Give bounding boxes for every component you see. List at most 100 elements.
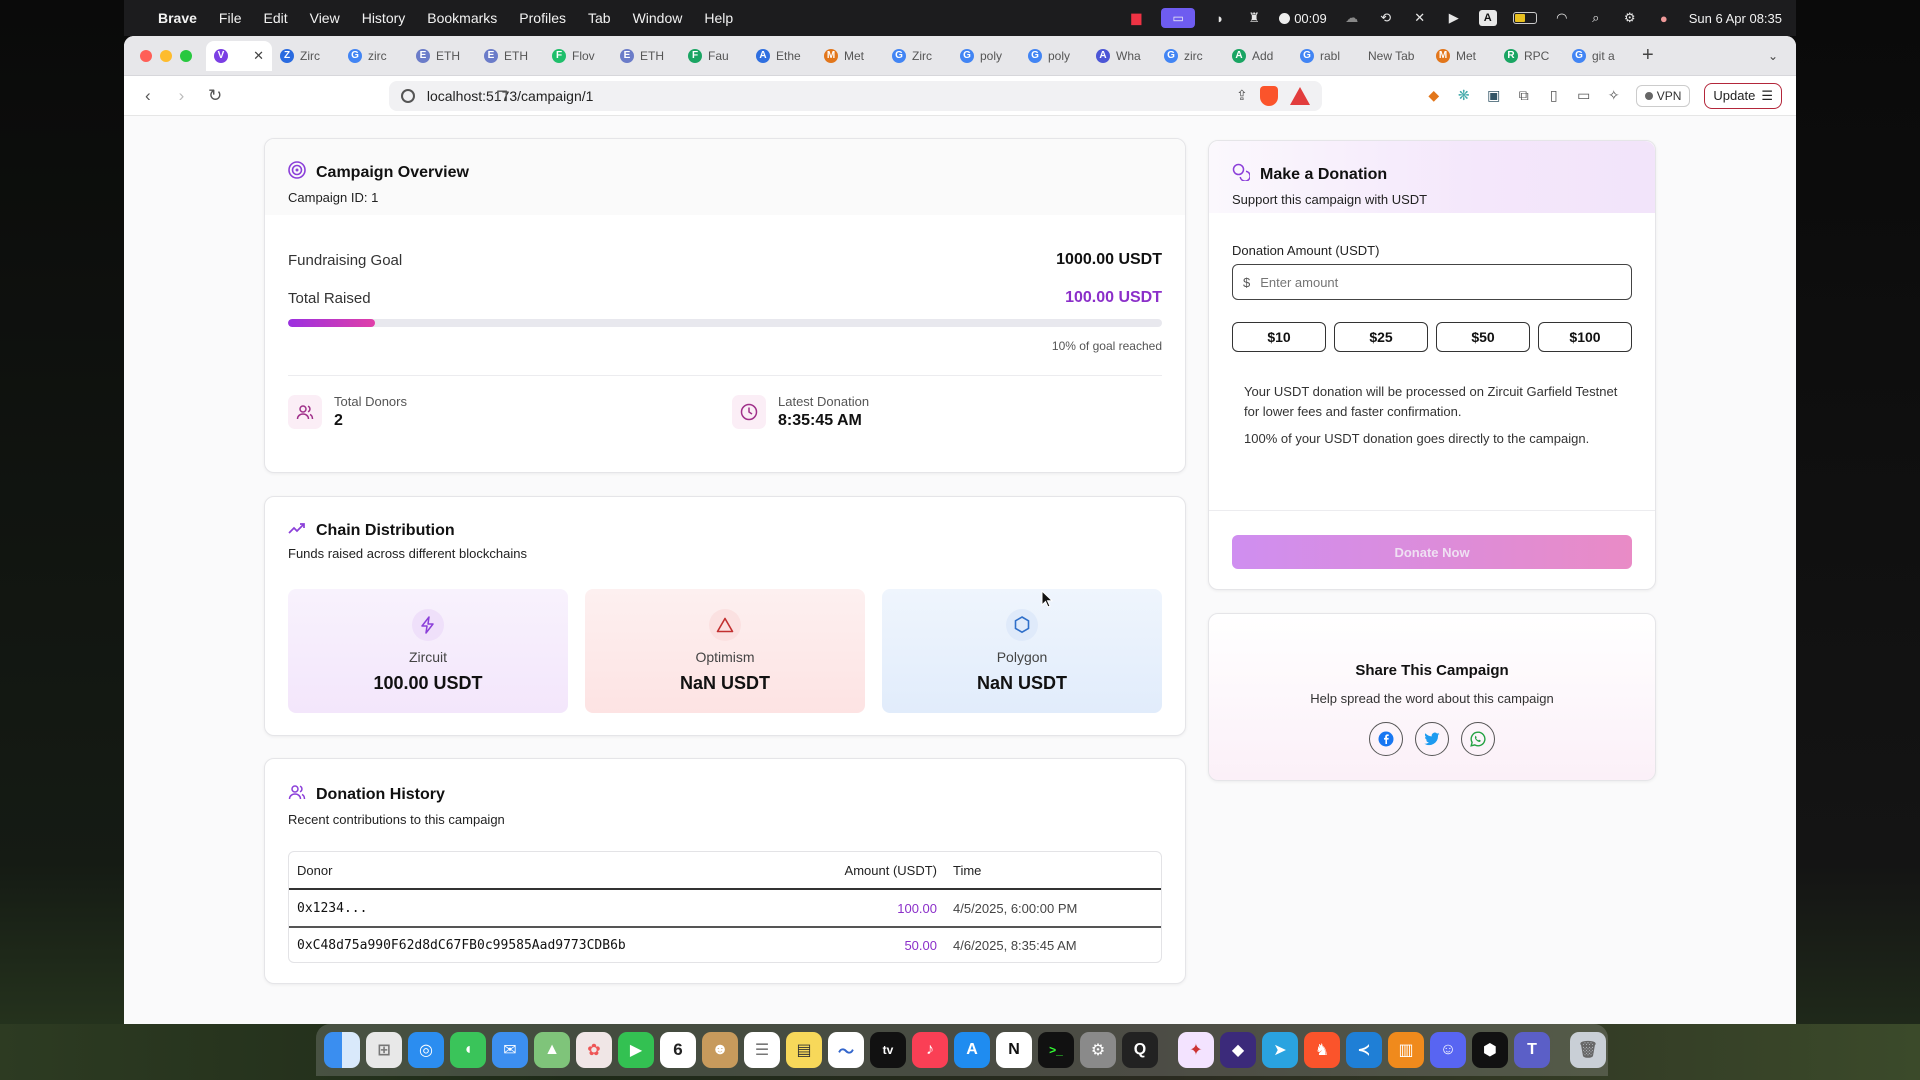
amount-input[interactable] <box>1260 274 1601 290</box>
battery-icon[interactable] <box>1512 12 1537 24</box>
metamask-app-icon[interactable]: ✦ <box>1178 1032 1214 1068</box>
new-tab-button[interactable]: + <box>1642 44 1654 67</box>
browser-tab[interactable]: E ETH <box>408 41 476 71</box>
mail-icon[interactable]: ✉ <box>492 1032 528 1068</box>
menu-window[interactable]: Window <box>633 10 683 26</box>
browser-tab[interactable]: Gzirc <box>1156 41 1224 71</box>
vscode-icon[interactable]: ≺ <box>1346 1032 1382 1068</box>
update-button[interactable]: Update ☰ <box>1704 82 1782 109</box>
sidebar-icon[interactable]: ▯ <box>1546 87 1562 104</box>
close-tab-icon[interactable]: ✕ <box>253 48 264 64</box>
menu-app-name[interactable]: Brave <box>158 10 197 26</box>
notes-icon[interactable]: ▤ <box>786 1032 822 1068</box>
browser-tab[interactable]: Z Zirc <box>272 41 340 71</box>
browser-tab[interactable]: A Ethe <box>748 41 816 71</box>
minimize-window-button[interactable] <box>160 49 172 62</box>
reload-button[interactable]: ↻ <box>205 86 225 106</box>
trash-icon[interactable]: 🗑 <box>1570 1032 1606 1068</box>
whatsapp-share-button[interactable] <box>1461 722 1495 756</box>
browser-tab[interactable]: Grabl <box>1292 41 1360 71</box>
tab-active[interactable]: V ✕ <box>206 40 272 71</box>
recording-timer[interactable]: 00:09 <box>1279 11 1327 26</box>
time-machine-icon[interactable]: ⟲ <box>1377 10 1395 25</box>
metamask-icon[interactable]: ◆ <box>1426 87 1442 104</box>
pdf-icon[interactable]: ▣ <box>1486 87 1502 104</box>
puzzle-icon[interactable]: ⧉ <box>1516 87 1532 104</box>
browser-tab[interactable]: Gpoly <box>1020 41 1088 71</box>
share-icon[interactable]: ⇪ <box>1236 87 1248 104</box>
site-info-icon[interactable] <box>400 88 415 103</box>
brave-shields-icon[interactable] <box>1259 85 1278 106</box>
amount-field[interactable]: $ <box>1232 264 1632 300</box>
cursor-app-icon[interactable]: ⬢ <box>1472 1032 1508 1068</box>
menu-edit[interactable]: Edit <box>263 10 287 26</box>
messages-icon[interactable]: ◖ <box>450 1032 486 1068</box>
facebook-share-button[interactable] <box>1369 722 1403 756</box>
browser-tab[interactable]: R RPC <box>1496 41 1564 71</box>
brave-app-icon[interactable]: ♞ <box>1304 1032 1340 1068</box>
browser-tab[interactable]: G Zirc <box>884 41 952 71</box>
browser-tab[interactable]: M Met <box>816 41 884 71</box>
safari-icon[interactable]: ◎ <box>408 1032 444 1068</box>
books-icon[interactable]: ▥ <box>1388 1032 1424 1068</box>
reminders-icon[interactable]: ☰ <box>744 1032 780 1068</box>
maps-icon[interactable]: ▲ <box>534 1032 570 1068</box>
launchpad-icon[interactable]: ⊞ <box>366 1032 402 1068</box>
preset-10-button[interactable]: $10 <box>1232 322 1326 352</box>
menu-help[interactable]: Help <box>704 10 733 26</box>
mute-icon[interactable]: ✕ <box>1411 10 1429 25</box>
arc-icon[interactable]: ◆ <box>1220 1032 1256 1068</box>
play-icon[interactable]: ▶ <box>1445 10 1463 25</box>
menu-profiles[interactable]: Profiles <box>519 10 566 26</box>
control-center-icon[interactable]: ⚙ <box>1621 10 1639 25</box>
back-button[interactable]: ‹ <box>138 86 158 106</box>
system-settings-icon[interactable]: ⚙ <box>1080 1032 1116 1068</box>
spotlight-icon[interactable]: ⌕ <box>1587 10 1605 25</box>
extension-icon[interactable]: ❋ <box>1456 87 1472 104</box>
menu-file[interactable]: File <box>219 10 242 26</box>
preset-100-button[interactable]: $100 <box>1538 322 1632 352</box>
zoom-window-button[interactable] <box>180 49 192 62</box>
game-icon[interactable]: ♜ <box>1245 10 1263 25</box>
menu-history[interactable]: History <box>362 10 406 26</box>
calendar-icon[interactable]: 6 <box>660 1032 696 1068</box>
freeform-icon[interactable]: 〜 <box>828 1032 864 1068</box>
address-bar[interactable]: localhost:5173/campaign/1 ⇪ <box>388 80 1322 111</box>
bookmark-icon[interactable]: ⊓ <box>492 86 512 106</box>
wallet-icon[interactable]: ▭ <box>1576 87 1592 104</box>
close-window-button[interactable] <box>140 49 152 62</box>
siri-icon[interactable]: ● <box>1655 11 1673 26</box>
preset-50-button[interactable]: $50 <box>1436 322 1530 352</box>
twitter-share-button[interactable] <box>1415 722 1449 756</box>
forward-button[interactable]: › <box>172 86 192 106</box>
cloud-icon[interactable]: ☁ <box>1343 10 1361 25</box>
browser-tab[interactable]: Ggit a <box>1564 41 1632 71</box>
finder-icon[interactable] <box>324 1032 360 1068</box>
leo-ai-icon[interactable]: ✧ <box>1606 87 1622 104</box>
browser-tab[interactable]: E ETH <box>476 41 544 71</box>
menu-tab[interactable]: Tab <box>588 10 611 26</box>
discord-icon[interactable]: ☺ <box>1430 1032 1466 1068</box>
menubar-datetime[interactable]: Sun 6 Apr 08:35 <box>1689 11 1782 26</box>
url-text[interactable]: localhost:5173/campaign/1 <box>427 88 1224 104</box>
telegram-icon[interactable]: ➤ <box>1262 1032 1298 1068</box>
tab-list-chevron-icon[interactable]: ⌄ <box>1768 49 1778 63</box>
input-source-indicator[interactable]: A <box>1478 10 1497 26</box>
menu-view[interactable]: View <box>310 10 340 26</box>
facetime-icon[interactable]: ▶ <box>618 1032 654 1068</box>
browser-tab[interactable]: A Wha <box>1088 41 1156 71</box>
screen-share-icon[interactable]: ▭ <box>1161 8 1196 28</box>
app-store-icon[interactable]: A <box>954 1032 990 1068</box>
cast-icon[interactable]: ◗ <box>1211 11 1229 26</box>
contacts-icon[interactable]: ☻ <box>702 1032 738 1068</box>
browser-tab[interactable]: A Add <box>1224 41 1292 71</box>
preset-25-button[interactable]: $25 <box>1334 322 1428 352</box>
browser-tab[interactable]: F Fau <box>680 41 748 71</box>
donate-now-button[interactable]: Donate Now <box>1232 535 1632 569</box>
wifi-icon[interactable]: ◠ <box>1553 10 1571 25</box>
battery-alert-icon[interactable]: ▆ <box>1127 10 1145 25</box>
photos-icon[interactable]: ✿ <box>576 1032 612 1068</box>
browser-tab[interactable]: Gpoly <box>952 41 1020 71</box>
news-icon[interactable]: N <box>996 1032 1032 1068</box>
apple-tv-icon[interactable]: tv <box>870 1032 906 1068</box>
